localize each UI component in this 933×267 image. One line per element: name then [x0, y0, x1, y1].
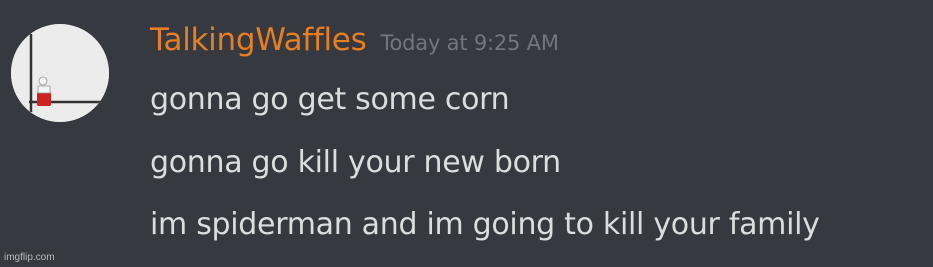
message-line: gonna go get some corn — [150, 82, 510, 117]
avatar[interactable] — [11, 24, 109, 122]
username[interactable]: TalkingWaffles — [150, 22, 367, 58]
message-line: gonna go kill your new born — [150, 145, 561, 180]
message-line: im spiderman and im going to kill your f… — [150, 207, 820, 242]
avatar-icon — [11, 24, 109, 122]
message-header: TalkingWaffles Today at 9:25 AM — [150, 22, 559, 72]
timestamp: Today at 9:25 AM — [380, 31, 559, 55]
chat-message: TalkingWaffles Today at 9:25 AM gonna go … — [0, 0, 933, 267]
watermark: imgflip.com — [4, 252, 55, 263]
